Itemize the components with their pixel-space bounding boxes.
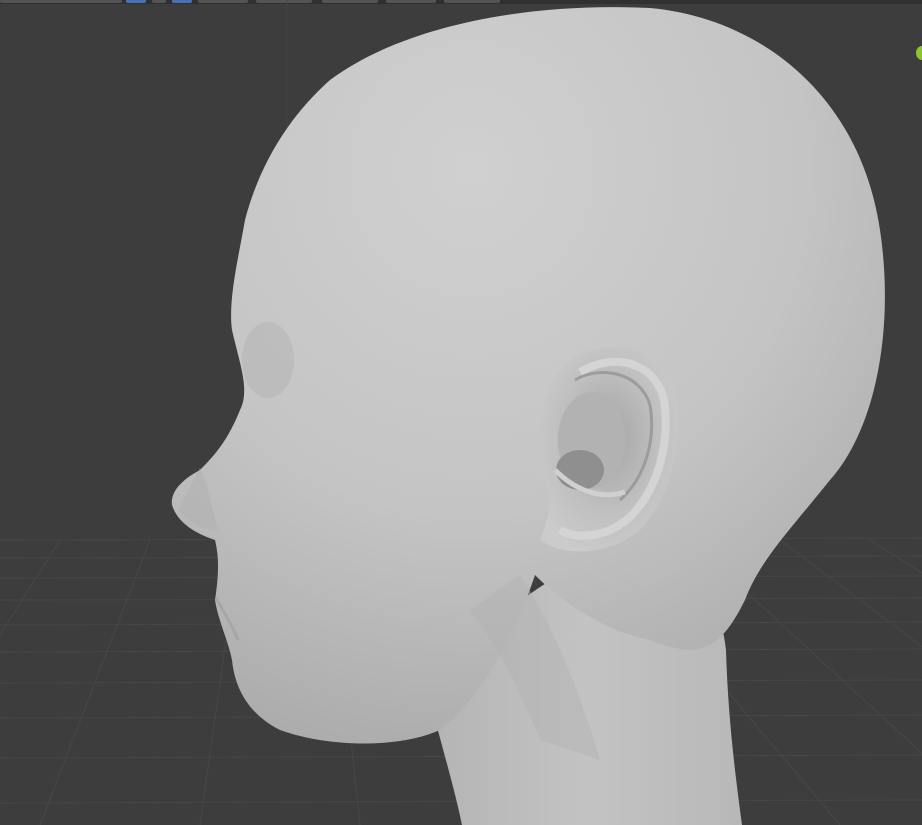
viewport-scene[interactable]: [0, 0, 922, 825]
mesh-eye-socket-shadow: [242, 322, 294, 398]
3d-viewport[interactable]: [0, 0, 922, 825]
navigation-gizmo-y-axis-icon[interactable]: [916, 46, 922, 60]
